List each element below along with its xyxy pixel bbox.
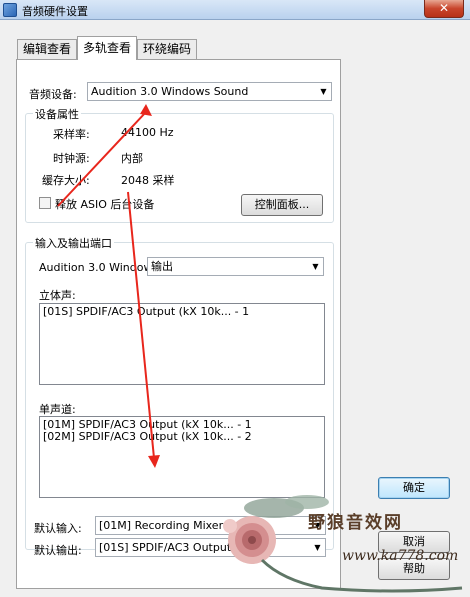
- ok-button[interactable]: 确定: [378, 477, 450, 499]
- stereo-listbox[interactable]: [01S] SPDIF/AC3 Output (kX 10k... - 1: [39, 303, 325, 385]
- chevron-down-icon: ▼: [314, 543, 321, 552]
- mono-listbox[interactable]: [01M] SPDIF/AC3 Output (kX 10k... - 1 [0…: [39, 416, 325, 498]
- title-bar: 音频硬件设置 ✕: [0, 0, 470, 20]
- device-properties-title: 设备属性: [33, 106, 81, 122]
- list-item[interactable]: [01M] SPDIF/AC3 Output (kX 10k... - 1: [43, 419, 321, 431]
- tab-multitrack-view[interactable]: 多轨查看: [77, 36, 137, 60]
- default-input-select[interactable]: [01M] Recording Mixer (k ▼: [95, 516, 326, 535]
- list-item[interactable]: [02M] SPDIF/AC3 Output (kX 10k... - 2: [43, 431, 321, 443]
- audio-device-label: 音频设备:: [29, 88, 77, 101]
- mono-label: 单声道:: [39, 403, 76, 416]
- audio-device-select[interactable]: Audition 3.0 Windows Sound ▼: [87, 82, 332, 101]
- clock-source-value: 内部: [121, 152, 143, 165]
- buffer-size-value: 2048 采样: [121, 174, 175, 187]
- cancel-button[interactable]: 取消: [378, 531, 450, 553]
- control-panel-button[interactable]: 控制面板...: [241, 194, 323, 216]
- help-button[interactable]: 帮助: [378, 558, 450, 580]
- list-item[interactable]: [01S] SPDIF/AC3 Output (kX 10k... - 1: [43, 306, 321, 318]
- clock-source-label: 时钟源:: [53, 152, 90, 165]
- window-title: 音频硬件设置: [22, 5, 88, 18]
- chevron-down-icon: ▼: [314, 521, 321, 530]
- tab-panel: 音频设备: Audition 3.0 Windows Sound ▼ 设备属性 …: [16, 59, 341, 589]
- default-input-label: 默认输入:: [34, 522, 82, 535]
- io-ports-title: 输入及输出端口: [33, 235, 114, 251]
- app-icon: [3, 3, 17, 17]
- chevron-down-icon: ▼: [312, 262, 319, 271]
- default-output-label: 默认输出:: [34, 544, 82, 557]
- sample-rate-label: 采样率:: [53, 128, 90, 141]
- sample-rate-value: 44100 Hz: [121, 126, 174, 139]
- default-input-value: [01M] Recording Mixer (k: [99, 519, 238, 532]
- release-asio-checkbox[interactable]: [39, 197, 51, 209]
- tab-surround-encode[interactable]: 环绕编码: [137, 39, 197, 59]
- chevron-down-icon: ▼: [320, 87, 327, 96]
- tab-edit-view[interactable]: 编辑查看: [17, 39, 77, 59]
- stereo-label: 立体声:: [39, 289, 76, 302]
- audio-device-value: Audition 3.0 Windows Sound: [91, 85, 249, 98]
- io-direction-select[interactable]: 输出 ▼: [147, 257, 324, 276]
- close-button[interactable]: ✕: [424, 0, 464, 18]
- default-output-value: [01S] SPDIF/AC3 Output (kX: [99, 541, 253, 554]
- default-output-select[interactable]: [01S] SPDIF/AC3 Output (kX ▼: [95, 538, 326, 557]
- io-direction-value: 输出: [151, 260, 173, 273]
- buffer-size-label: 缓存大小:: [42, 174, 90, 187]
- io-device-name: Audition 3.0 Windows: [39, 261, 159, 274]
- release-asio-label: 释放 ASIO 后台设备: [55, 198, 155, 211]
